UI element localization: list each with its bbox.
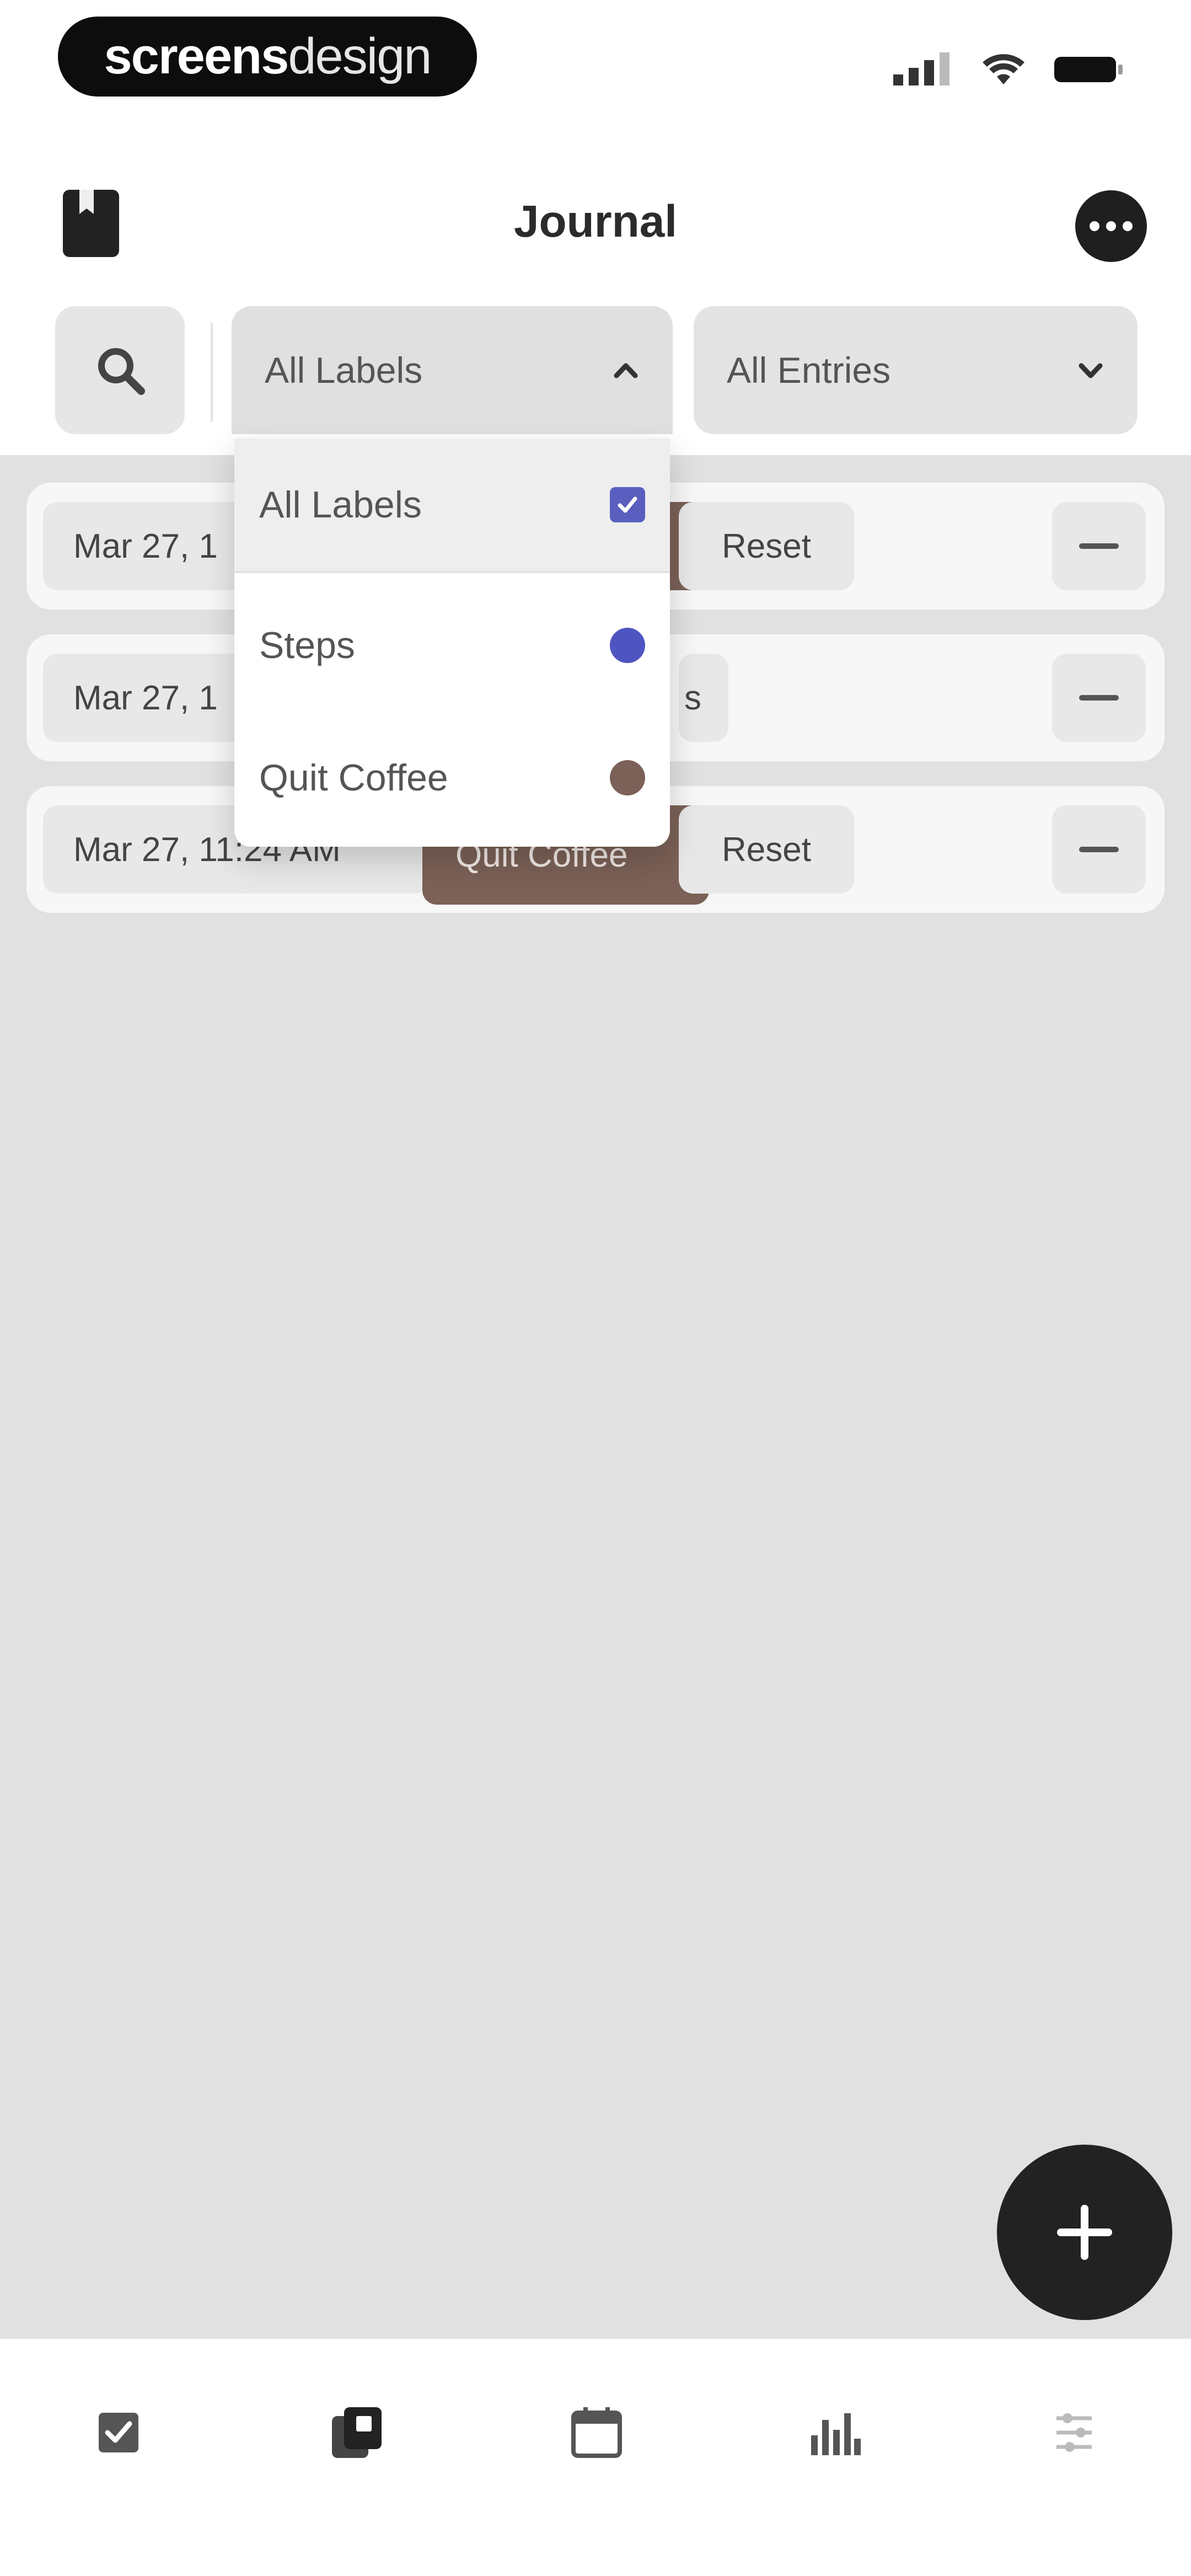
plus-icon bbox=[1057, 2205, 1112, 2260]
color-dot-icon bbox=[610, 760, 645, 795]
tab-bar bbox=[0, 2339, 1191, 2576]
filter-divider bbox=[211, 323, 213, 422]
battery-icon bbox=[1054, 57, 1123, 82]
entries-select[interactable]: All Entries bbox=[694, 306, 1138, 434]
minus-button[interactable] bbox=[1052, 654, 1146, 742]
status-icons bbox=[893, 50, 1125, 88]
reset-button[interactable]: Reset bbox=[679, 502, 854, 590]
minus-icon bbox=[1079, 847, 1119, 852]
minus-icon bbox=[1079, 695, 1119, 701]
stats-icon bbox=[811, 2413, 861, 2455]
search-icon bbox=[98, 348, 145, 395]
reset-button[interactable]: Reset bbox=[679, 805, 854, 894]
entry-date: Mar 27, 1 bbox=[43, 502, 264, 590]
calendar-icon bbox=[571, 2407, 622, 2458]
entries-select-value: All Entries bbox=[727, 350, 891, 391]
labels-select-value: All Labels bbox=[265, 350, 423, 391]
search-button[interactable] bbox=[55, 306, 185, 434]
tasks-icon bbox=[99, 2413, 138, 2452]
settings-icon bbox=[1056, 2413, 1092, 2452]
tab-tasks[interactable] bbox=[88, 2402, 149, 2463]
add-entry-button[interactable] bbox=[997, 2145, 1172, 2320]
brand-text-light: design bbox=[288, 28, 432, 84]
entry-date: Mar 27, 1 bbox=[43, 654, 264, 742]
wifi-icon bbox=[983, 54, 1024, 84]
dropdown-option-steps[interactable]: Steps bbox=[234, 579, 670, 712]
tab-settings[interactable] bbox=[1044, 2402, 1104, 2463]
option-label: All Labels bbox=[259, 484, 422, 526]
tab-calendar[interactable] bbox=[566, 2402, 627, 2463]
minus-icon bbox=[1079, 543, 1119, 549]
option-label: Steps bbox=[259, 624, 355, 666]
tab-journal[interactable] bbox=[327, 2402, 388, 2463]
labels-select[interactable]: All Labels bbox=[232, 306, 673, 434]
dropdown-divider bbox=[234, 571, 670, 573]
page-title: Journal bbox=[513, 196, 678, 247]
option-label: Quit Coffee bbox=[259, 757, 448, 799]
labels-dropdown: All Labels Steps Quit Coffee bbox=[234, 439, 670, 847]
more-button[interactable] bbox=[1075, 190, 1147, 262]
entry-label-chip[interactable]: s bbox=[679, 654, 728, 742]
checkbox-icon bbox=[610, 487, 645, 522]
chevron-down-icon bbox=[1079, 363, 1103, 378]
brand-text-bold: screens bbox=[104, 28, 289, 84]
tab-stats[interactable] bbox=[805, 2402, 866, 2463]
minus-button[interactable] bbox=[1052, 502, 1146, 590]
signal-icon bbox=[893, 52, 949, 85]
dropdown-option-all-labels[interactable]: All Labels bbox=[234, 439, 670, 571]
chevron-up-icon bbox=[614, 363, 638, 378]
more-icon bbox=[1090, 221, 1099, 231]
journal-icon bbox=[332, 2407, 382, 2458]
minus-button[interactable] bbox=[1052, 805, 1146, 894]
brand-logo: screens design bbox=[58, 17, 477, 97]
dropdown-option-quit-coffee[interactable]: Quit Coffee bbox=[234, 712, 670, 844]
color-dot-icon bbox=[610, 628, 645, 663]
